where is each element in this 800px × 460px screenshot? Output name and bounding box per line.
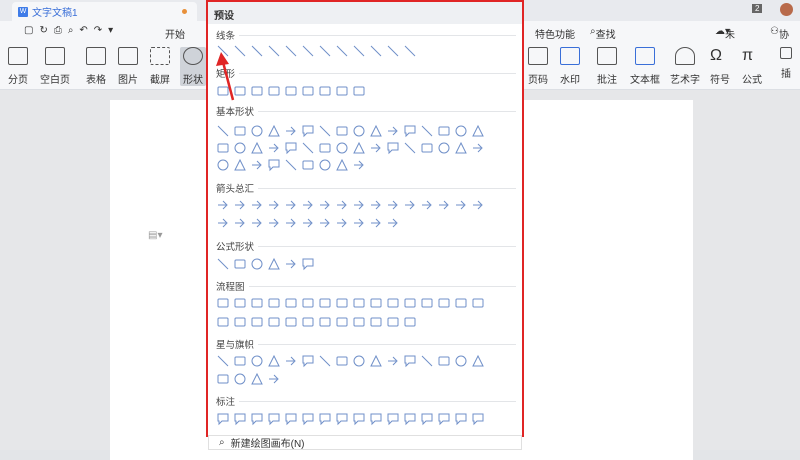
- annotation-arrow: [216, 52, 235, 101]
